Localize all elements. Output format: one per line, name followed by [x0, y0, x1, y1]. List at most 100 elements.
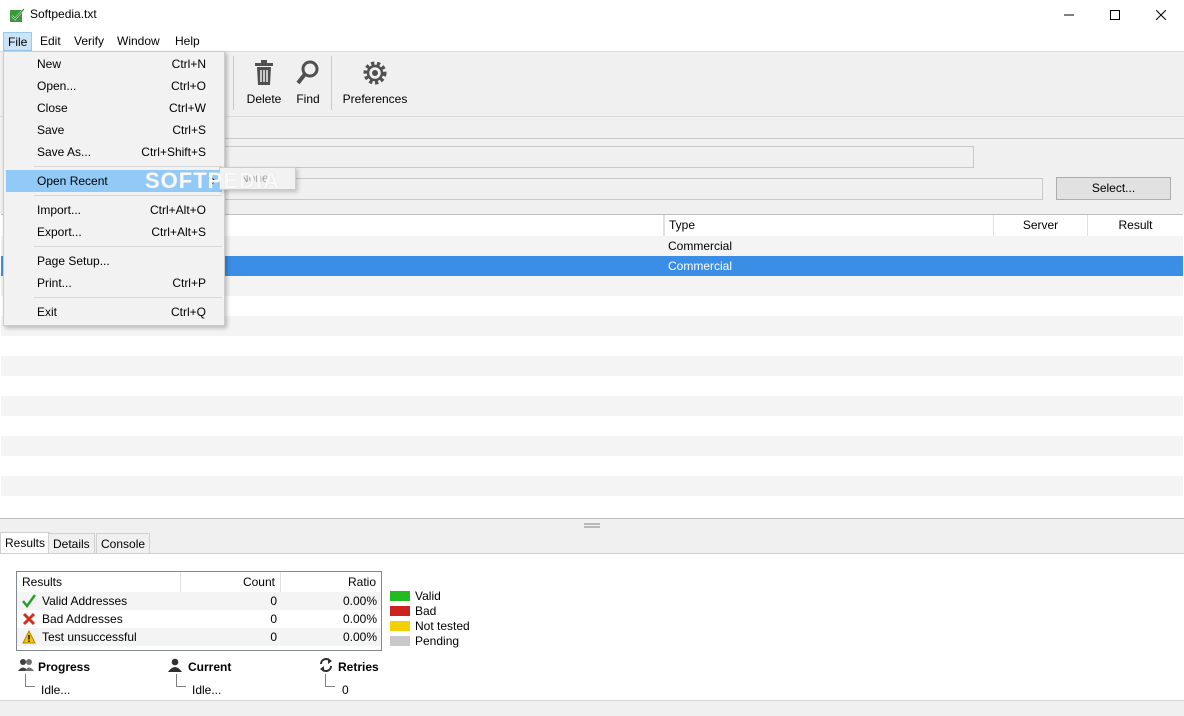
- menu-verify[interactable]: Verify: [70, 32, 108, 51]
- results-header-ratio: Ratio: [347, 575, 376, 589]
- menu-item-label: Exit: [37, 305, 58, 319]
- table-row[interactable]: [1, 356, 1183, 376]
- results-tab-content: Results Count Ratio Valid Addresses 0 0.…: [0, 553, 1184, 716]
- results-row: Test unsuccessful 0 0.00%: [17, 628, 381, 646]
- warning-icon: [22, 630, 36, 644]
- menu-item-label: Import...: [37, 203, 82, 217]
- close-button[interactable]: [1138, 0, 1184, 30]
- find-label: Find: [296, 92, 320, 106]
- check-icon: [22, 594, 36, 608]
- results-row: Valid Addresses 0 0.00%: [17, 592, 381, 610]
- menu-item-open[interactable]: Open... Ctrl+O: [6, 75, 222, 97]
- current-value: Idle...: [192, 683, 222, 697]
- menu-separator: [34, 166, 222, 167]
- menu-item-import[interactable]: Import... Ctrl+Alt+O: [6, 199, 222, 221]
- menu-item-label: Export...: [37, 225, 82, 239]
- progress-title: Progress: [38, 660, 91, 674]
- grip-icon: [584, 523, 600, 528]
- magnifier-icon: [296, 60, 319, 85]
- text-field-1[interactable]: [224, 146, 974, 168]
- app-check-icon: [10, 8, 25, 22]
- menu-item-label: New: [37, 57, 62, 71]
- maximize-icon: [1110, 10, 1120, 20]
- menu-item-label: Save As...: [37, 145, 92, 159]
- column-header-server[interactable]: Server: [994, 215, 1088, 236]
- legend-label-not-tested: Not tested: [415, 619, 470, 633]
- current-title: Current: [188, 660, 232, 674]
- gear-icon: [363, 61, 387, 85]
- find-button[interactable]: Find: [290, 58, 326, 112]
- preferences-button[interactable]: Preferences: [340, 58, 410, 112]
- table-row[interactable]: [1, 476, 1183, 496]
- menu-item-shortcut: Ctrl+Alt+O: [149, 203, 206, 217]
- progress-value: Idle...: [41, 683, 71, 697]
- title-bar: Softpedia.txt: [0, 0, 1184, 30]
- menu-window[interactable]: Window: [113, 32, 164, 51]
- menu-item-export[interactable]: Export... Ctrl+Alt+S: [6, 221, 222, 243]
- table-row[interactable]: [1, 376, 1183, 396]
- menu-item-label: Page Setup...: [37, 254, 110, 268]
- table-row[interactable]: [1, 416, 1183, 436]
- delete-button[interactable]: Delete: [242, 58, 286, 112]
- menu-separator: [34, 195, 222, 196]
- tab-details[interactable]: Details: [48, 533, 95, 554]
- menu-item-save-as[interactable]: Save As... Ctrl+Shift+S: [6, 141, 222, 163]
- results-row-ratio: 0.00%: [342, 630, 377, 644]
- column-header-type[interactable]: Type: [664, 215, 994, 236]
- legend-label-bad: Bad: [415, 604, 437, 618]
- menu-item-new[interactable]: New Ctrl+N: [6, 53, 222, 75]
- menu-item-exit[interactable]: Exit Ctrl+Q: [6, 301, 222, 323]
- results-row-ratio: 0.00%: [342, 594, 377, 608]
- divider: [224, 138, 1184, 139]
- results-row-label: Bad Addresses: [42, 612, 123, 626]
- window-title: Softpedia.txt: [30, 7, 97, 21]
- menu-item-page-setup[interactable]: Page Setup...: [6, 250, 222, 272]
- menu-item-save[interactable]: Save Ctrl+S: [6, 119, 222, 141]
- menu-item-shortcut: Ctrl+O: [170, 79, 206, 93]
- table-row[interactable]: [1, 336, 1183, 356]
- results-row-ratio: 0.00%: [342, 612, 377, 626]
- results-header-count: Count: [181, 572, 281, 592]
- status-bar: [0, 700, 1184, 716]
- bottom-panel: Results Details Console Results Count Ra…: [0, 532, 1184, 716]
- menu-item-print[interactable]: Print... Ctrl+P: [6, 272, 222, 294]
- legend-label-pending: Pending: [415, 634, 460, 648]
- trash-icon: [255, 60, 273, 85]
- table-row[interactable]: [1, 396, 1183, 416]
- menu-help[interactable]: Help: [171, 32, 204, 51]
- tab-results[interactable]: Results: [0, 532, 51, 554]
- results-row-count: 0: [270, 630, 277, 644]
- tree-connector: [25, 674, 35, 687]
- table-row[interactable]: [1, 456, 1183, 476]
- refresh-icon: [320, 658, 332, 672]
- select-button[interactable]: Select...: [1056, 177, 1171, 200]
- table-row[interactable]: [1, 496, 1183, 516]
- maximize-button[interactable]: [1092, 0, 1138, 30]
- menu-file[interactable]: File: [3, 32, 33, 51]
- results-table: Results Count Ratio Valid Addresses 0 0.…: [16, 571, 382, 651]
- retries-value: 0: [342, 683, 349, 697]
- x-icon: [22, 612, 36, 626]
- menu-item-shortcut: Ctrl+P: [172, 276, 206, 290]
- tab-console[interactable]: Console: [96, 533, 151, 554]
- column-header-result[interactable]: Result: [1088, 215, 1183, 236]
- text-field-2[interactable]: [224, 178, 1043, 200]
- legend-swatch-pending: [390, 636, 410, 646]
- toolbar-separator: [331, 56, 332, 110]
- results-row: Bad Addresses 0 0.00%: [17, 610, 381, 628]
- menu-item-shortcut: Ctrl+Alt+S: [151, 225, 206, 239]
- splitter[interactable]: [0, 518, 1184, 532]
- menu-item-label: Open...: [37, 79, 77, 93]
- users-icon: [18, 659, 34, 671]
- results-header-label: Results: [17, 572, 181, 592]
- menu-edit[interactable]: Edit: [36, 32, 65, 51]
- legend-label-valid: Valid: [415, 589, 441, 603]
- cell-type: Commercial: [668, 259, 733, 273]
- table-row[interactable]: [1, 436, 1183, 456]
- menu-item-label: Open Recent: [37, 174, 108, 188]
- results-row-label: Valid Addresses: [42, 594, 128, 608]
- minimize-button[interactable]: [1046, 0, 1092, 30]
- close-icon: [1156, 10, 1166, 20]
- menu-item-close[interactable]: Close Ctrl+W: [6, 97, 222, 119]
- menu-separator: [34, 297, 222, 298]
